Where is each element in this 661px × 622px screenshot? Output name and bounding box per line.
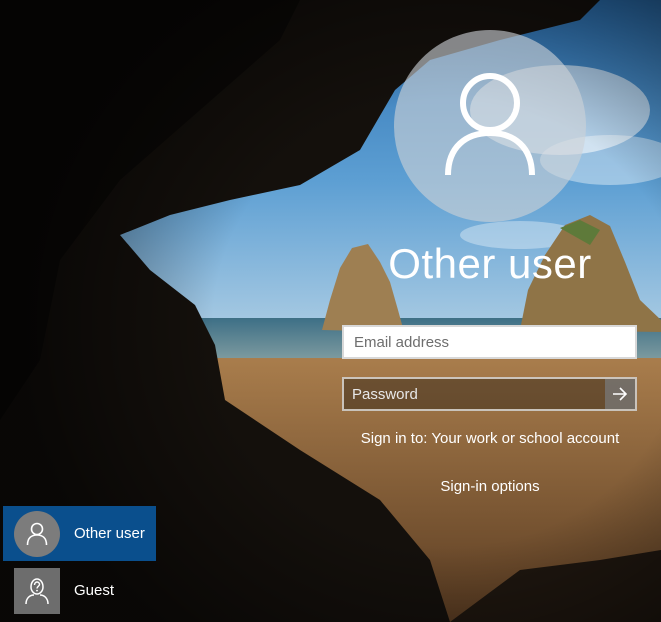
guest-icon — [25, 577, 49, 604]
email-input[interactable] — [342, 325, 637, 359]
user-avatar-small — [14, 510, 60, 557]
user-silhouette-icon — [445, 73, 535, 176]
password-field-group — [342, 377, 637, 411]
arrow-right-icon — [613, 387, 628, 401]
user-list-item-label: Guest — [74, 582, 115, 599]
sign-in-options-link[interactable]: Sign-in options — [340, 478, 640, 495]
user-name-title: Other user — [388, 240, 592, 287]
user-list-item-label: Other user — [74, 525, 145, 542]
sign-in-target-text: Sign in to: Your work or school account — [360, 430, 620, 447]
guest-avatar-small — [14, 567, 60, 614]
submit-button[interactable] — [605, 379, 635, 409]
password-input[interactable] — [344, 379, 605, 409]
user-list-item-other-user[interactable]: Other user — [3, 506, 156, 561]
user-silhouette-icon — [26, 522, 48, 545]
user-avatar — [394, 30, 586, 222]
user-list-item-guest[interactable]: Guest — [3, 563, 156, 618]
